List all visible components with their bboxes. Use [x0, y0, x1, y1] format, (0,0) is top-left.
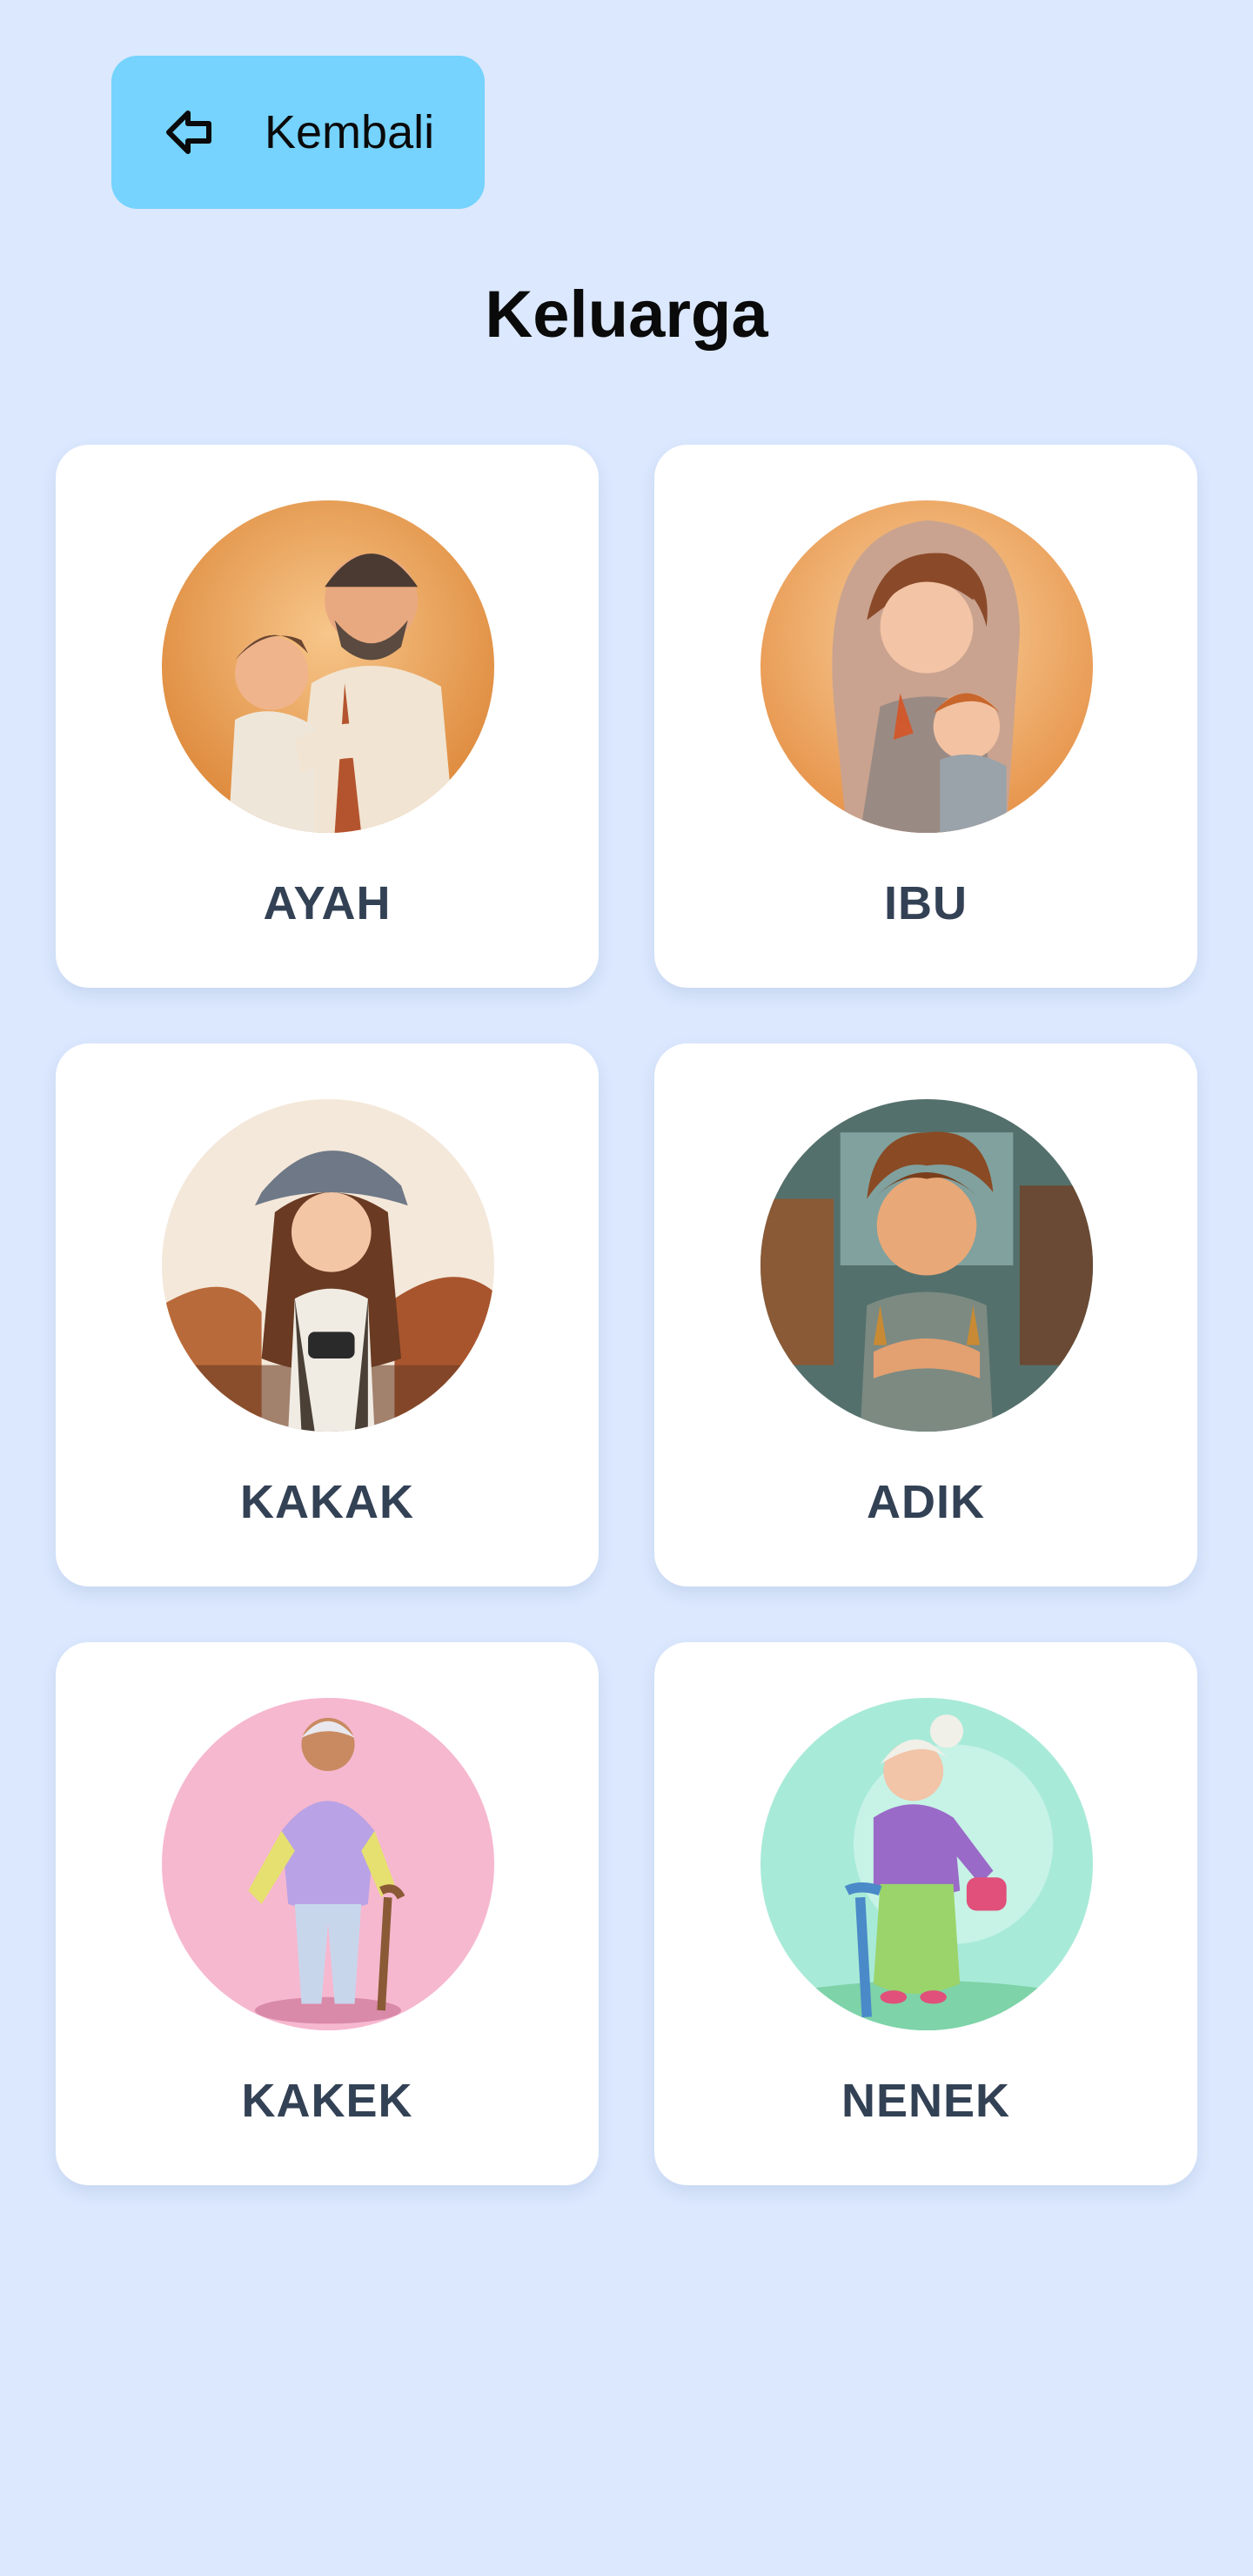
card-label-ayah: AYAH	[263, 877, 392, 929]
page-title: Keluarga	[485, 278, 768, 352]
card-label-kakak: KAKAK	[240, 1476, 414, 1528]
younger-brother-illustration	[761, 1099, 1093, 1432]
arrow-left-icon	[162, 104, 218, 160]
back-button[interactable]: Kembali	[111, 56, 485, 209]
card-label-nenek: NENEK	[841, 2075, 1011, 2127]
card-ibu[interactable]: IBU	[654, 445, 1197, 988]
card-label-ibu: IBU	[884, 877, 968, 929]
card-label-kakek: KAKEK	[241, 2075, 413, 2127]
mother-illustration	[761, 500, 1093, 833]
family-card-grid: AYAH IBU KAKAK ADIK KAKEK NENEK	[56, 445, 1197, 2185]
older-sister-illustration	[162, 1099, 494, 1432]
card-nenek[interactable]: NENEK	[654, 1642, 1197, 2185]
father-illustration	[162, 500, 494, 833]
card-kakek[interactable]: KAKEK	[56, 1642, 599, 2185]
card-kakak[interactable]: KAKAK	[56, 1043, 599, 1587]
card-adik[interactable]: ADIK	[654, 1043, 1197, 1587]
card-label-adik: ADIK	[867, 1476, 985, 1528]
grandfather-illustration	[162, 1698, 494, 2030]
card-ayah[interactable]: AYAH	[56, 445, 599, 988]
back-button-label: Kembali	[265, 106, 435, 158]
grandmother-illustration	[761, 1698, 1093, 2030]
